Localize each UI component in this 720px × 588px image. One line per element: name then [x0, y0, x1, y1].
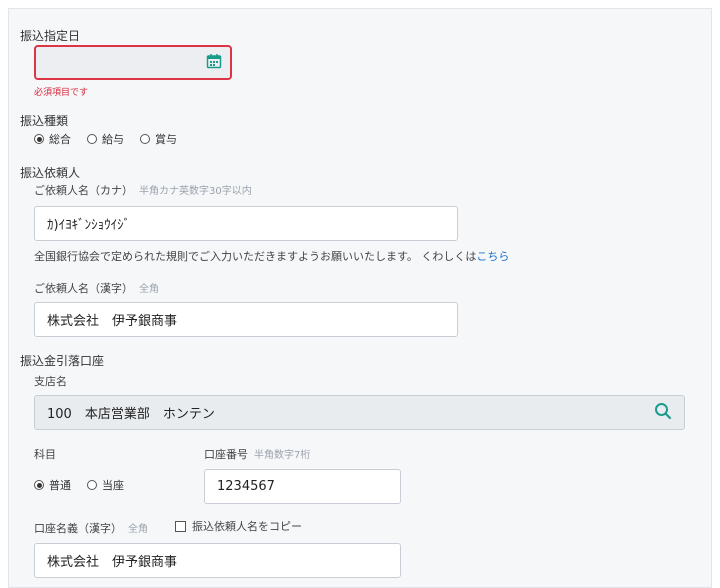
- account-name-hint: 全角: [128, 524, 148, 535]
- account-label: 振込金引落口座: [20, 354, 105, 368]
- search-icon[interactable]: [654, 402, 672, 424]
- transfer-type-label: 振込種類: [20, 114, 69, 128]
- requester-kanji-input[interactable]: 株式会社 伊予銀商事: [34, 302, 458, 337]
- transfer-type-radio-group: 総合 給与 賞与: [34, 131, 193, 147]
- requester-kanji-hint: 全角: [139, 284, 159, 295]
- requester-label: 振込依頼人: [20, 166, 81, 180]
- requester-kana-hint: 半角カナ英数字30字以内: [139, 186, 252, 197]
- account-name-label: 口座名義（漢字） 全角: [34, 522, 148, 535]
- checkbox-icon[interactable]: [175, 520, 186, 532]
- branch-input[interactable]: 100 本店営業部 ホンテン: [34, 395, 685, 430]
- transfer-type-option-kyuuyo[interactable]: 給与: [87, 131, 124, 147]
- requester-notice: 全国銀行協会で定められた規則でご入力いただきますようお願いいたします。 くわしく…: [34, 250, 510, 263]
- radio-icon[interactable]: [140, 134, 150, 144]
- transfer-date-label: 振込指定日: [20, 29, 81, 43]
- transfer-date-error: 必須項目です: [34, 88, 89, 98]
- subject-option-touza[interactable]: 当座: [87, 477, 124, 493]
- calendar-icon[interactable]: [206, 53, 222, 73]
- account-number-label: 口座番号 半角数字7桁: [204, 448, 311, 461]
- radio-selected-icon[interactable]: [34, 480, 44, 490]
- subject-option-futsuu[interactable]: 普通: [34, 477, 71, 493]
- account-name-input[interactable]: 株式会社 伊予銀商事: [34, 543, 401, 578]
- radio-selected-icon[interactable]: [34, 134, 44, 144]
- subject-radio-group: 普通 当座: [34, 477, 140, 493]
- requester-kana-input[interactable]: ｶ)ｲﾖｷﾞﾝｼｮｳｲｼﾞ: [34, 206, 458, 241]
- transfer-type-option-sougou[interactable]: 総合: [34, 131, 71, 147]
- account-number-hint: 半角数字7桁: [254, 450, 311, 461]
- account-number-input[interactable]: 1234567: [204, 469, 401, 504]
- notice-link-kochira[interactable]: こちら: [476, 250, 509, 263]
- branch-label: 支店名: [34, 375, 67, 388]
- copy-requester-name-checkbox[interactable]: 振込依頼人名をコピー: [175, 518, 302, 534]
- radio-icon[interactable]: [87, 134, 97, 144]
- transfer-date-input[interactable]: [34, 45, 232, 80]
- requester-kanji-label: ご依頼人名（漢字） 全角: [34, 282, 159, 295]
- subject-label: 科目: [34, 448, 56, 461]
- transfer-type-option-shouyo[interactable]: 賞与: [140, 131, 177, 147]
- requester-kana-label: ご依頼人名（カナ） 半角カナ英数字30字以内: [34, 184, 252, 197]
- radio-icon[interactable]: [87, 480, 97, 490]
